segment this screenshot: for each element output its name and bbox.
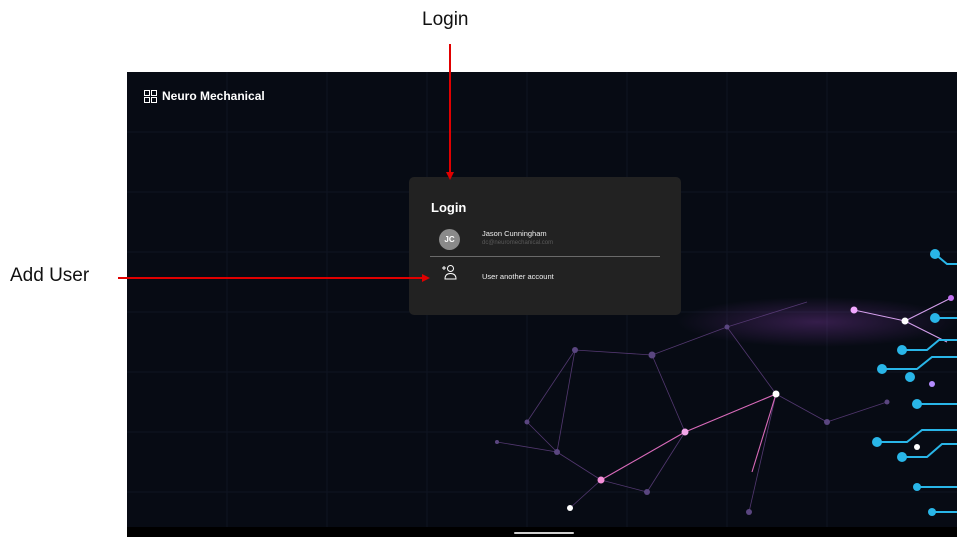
app-screen: Neuro Mechanical Login JC Jason Cunningh… xyxy=(127,72,957,537)
home-indicator[interactable] xyxy=(514,532,574,534)
add-user-annotation-label: Add User xyxy=(10,265,90,286)
login-card: Login JC Jason Cunningham dc@neuromechan… xyxy=(409,177,681,315)
divider xyxy=(430,256,660,257)
grid-icon xyxy=(144,89,157,103)
add-user-icon xyxy=(442,265,457,280)
use-another-account-label: User another account xyxy=(482,272,554,281)
use-another-account-button[interactable]: User another account xyxy=(429,261,661,289)
account-email: dc@neuromechanical.com xyxy=(482,240,554,246)
account-name: Jason Cunningham xyxy=(482,229,547,238)
account-item-jason-cunningham[interactable]: JC Jason Cunningham dc@neuromechanical.c… xyxy=(429,225,661,257)
login-title: Login xyxy=(431,200,467,215)
avatar: JC xyxy=(439,229,460,250)
bottom-navigation-bar xyxy=(127,527,957,537)
brand: Neuro Mechanical xyxy=(144,89,265,103)
login-annotation-label: Login xyxy=(422,9,469,30)
brand-name: Neuro Mechanical xyxy=(162,89,265,103)
